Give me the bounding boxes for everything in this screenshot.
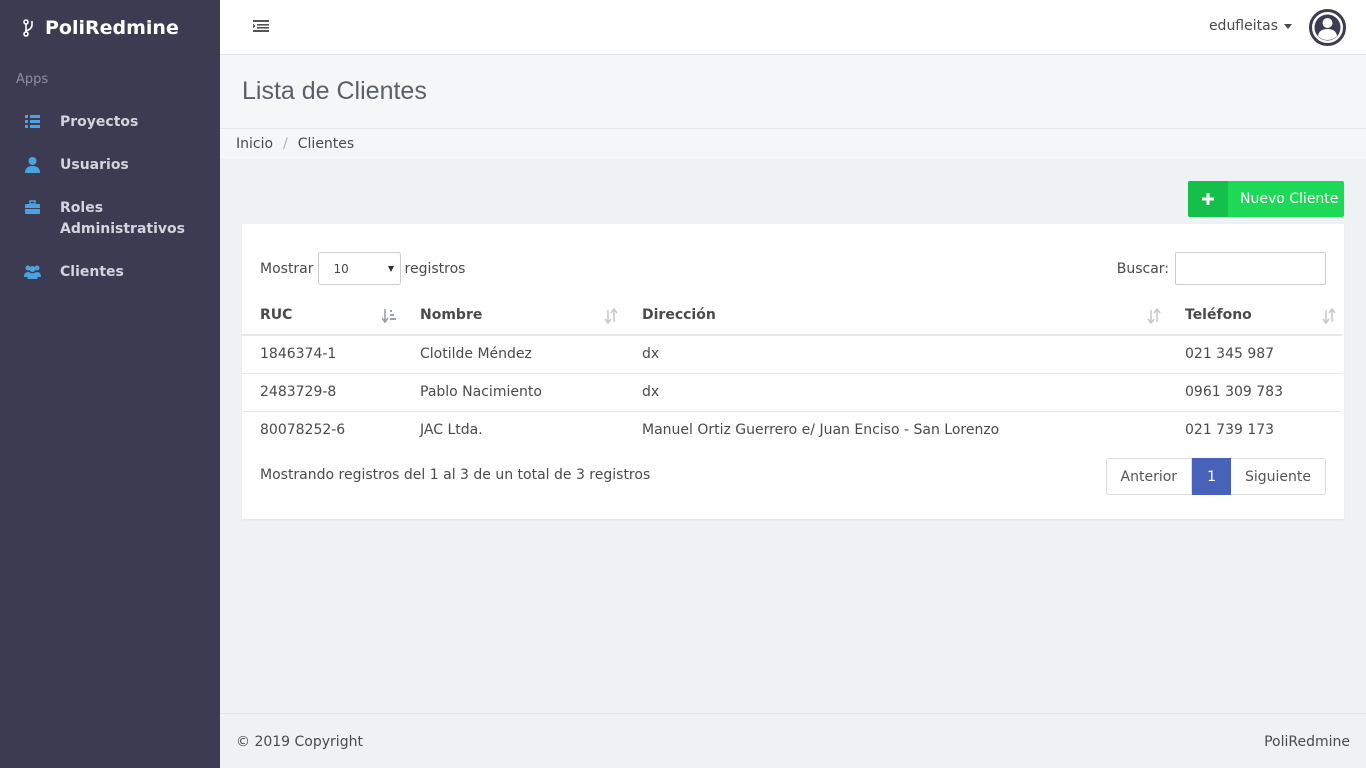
breadcrumb-clientes: Clientes	[297, 136, 355, 152]
avatar[interactable]	[1309, 9, 1346, 46]
footer: © 2019 Copyright PoliRedmine	[220, 713, 1366, 768]
cell-direccion: dx	[624, 335, 1167, 374]
header-nombre[interactable]: Nombre	[402, 296, 624, 336]
sidebar-item-usuarios[interactable]: Usuarios	[0, 155, 129, 176]
users-icon	[24, 265, 41, 279]
page-length-select[interactable]: 10	[317, 252, 401, 285]
user-icon	[25, 157, 40, 173]
table-row: 1846374-1 Clotilde Méndez dx 021 345 987	[242, 335, 1342, 374]
breadcrumb: Inicio / Clientes	[220, 128, 1366, 159]
search-input[interactable]	[1175, 252, 1326, 285]
brand-name: PoliRedmine	[45, 17, 179, 39]
user-menu[interactable]: edufleitas	[1209, 18, 1292, 34]
sidebar-item-label: Roles Administrativos	[60, 200, 185, 237]
clients-table: RUC Nombre Dirección Teléfono 1846374-1 …	[242, 296, 1342, 449]
sidebar-item-proyectos[interactable]: Proyectos	[0, 112, 138, 133]
header-ruc[interactable]: RUC	[242, 296, 402, 336]
cell-nombre: JAC Ltda.	[420, 422, 483, 439]
cell-nombre: Pablo Nacimiento	[402, 373, 624, 412]
plus-icon	[1188, 181, 1228, 217]
sidebar-item-roles[interactable]: Roles Administrativos	[0, 198, 185, 240]
briefcase-icon	[25, 200, 40, 214]
sidebar-item-clientes[interactable]: Clientes	[0, 262, 124, 283]
breadcrumb-separator: /	[283, 136, 288, 152]
table-row: 2483729-8 Pablo Nacimiento dx 0961 309 7…	[242, 373, 1342, 412]
table-header-row: RUC Nombre Dirección Teléfono	[242, 296, 1342, 336]
header-direccion[interactable]: Dirección	[624, 296, 1167, 336]
table-info: Mostrando registros del 1 al 3 de un tot…	[260, 467, 651, 483]
records-label: registros	[404, 260, 466, 277]
page-length-value: 10	[333, 261, 349, 276]
sort-icon	[1147, 308, 1161, 324]
show-label: Mostrar	[260, 260, 314, 277]
sort-icon	[604, 308, 618, 324]
page-title: Lista de Clientes	[242, 77, 427, 105]
search-control: Buscar:	[1117, 252, 1326, 285]
new-client-label: Nuevo Cliente	[1240, 191, 1339, 207]
pagination-prev-button[interactable]: Anterior	[1105, 458, 1193, 495]
cell-direccion: Manuel Ortiz Guerrero e/ Juan Enciso - S…	[642, 422, 1000, 439]
page-header: Lista de Clientes	[220, 55, 1366, 128]
sidebar-item-label: Proyectos	[60, 114, 139, 130]
username: edufleitas	[1208, 18, 1278, 34]
brand[interactable]: PoliRedmine	[0, 0, 220, 56]
pagination: Anterior 1 Siguiente	[1105, 458, 1326, 495]
header-telefono[interactable]: Teléfono	[1167, 296, 1342, 336]
cell-direccion: dx	[624, 373, 1167, 412]
cell-ruc: 80078252-6	[260, 422, 346, 439]
copyright: © 2019 Copyright	[236, 734, 363, 750]
search-label: Buscar:	[1116, 260, 1169, 277]
topbar: edufleitas	[220, 0, 1366, 55]
pagination-next-button[interactable]: Siguiente	[1230, 458, 1326, 495]
cell-ruc: 2483729-8	[242, 373, 402, 412]
cell-ruc: 1846374-1	[242, 335, 402, 374]
branch-icon	[23, 19, 33, 37]
sidebar-item-label: Clientes	[60, 264, 124, 280]
caret-down-icon	[387, 266, 394, 272]
clients-card: Mostrar 10 registros Buscar: RUC Nombre	[242, 224, 1344, 519]
sidebar: PoliRedmine Apps Proyectos Usuarios Role…	[0, 0, 220, 768]
section-label: Apps	[16, 72, 49, 87]
breadcrumb-inicio[interactable]: Inicio	[236, 136, 273, 152]
cell-telefono: 0961 309 783	[1167, 373, 1342, 412]
list-icon	[25, 115, 40, 128]
sort-asc-icon	[382, 309, 396, 324]
cell-telefono: 021 739 173	[1185, 422, 1275, 439]
menu-toggle-icon[interactable]	[253, 19, 269, 33]
caret-down-icon	[1284, 23, 1292, 29]
footer-brand: PoliRedmine	[1264, 734, 1350, 750]
pagination-page-1[interactable]: 1	[1192, 458, 1231, 495]
cell-nombre: Clotilde Méndez	[402, 335, 624, 374]
table-row: 80078252-6 JAC Ltda. Manuel Ortiz Guerre…	[242, 411, 1342, 449]
sort-icon	[1322, 308, 1336, 324]
page-length-control: Mostrar 10 registros	[260, 252, 465, 285]
cell-telefono: 021 345 987	[1167, 335, 1342, 374]
sidebar-item-label: Usuarios	[60, 157, 129, 173]
new-client-button[interactable]: Nuevo Cliente	[1188, 181, 1344, 217]
